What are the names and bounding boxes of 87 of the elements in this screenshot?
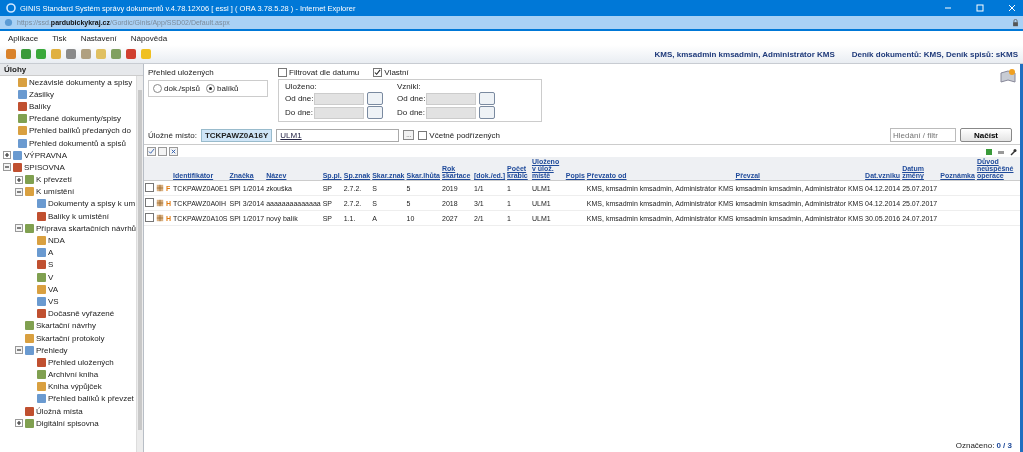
expander-icon[interactable] <box>15 224 23 233</box>
checkbox[interactable] <box>278 68 287 77</box>
tree-item[interactable]: Předané dokumenty/spisy <box>29 114 122 124</box>
row-checkbox[interactable] <box>145 213 154 222</box>
tree-item[interactable]: Digitální spisovna <box>36 418 99 428</box>
checkbox-label: Vlastní <box>384 68 409 77</box>
tree-item[interactable]: VA <box>48 284 59 294</box>
tree-item[interactable]: Přehledy <box>36 345 68 355</box>
tree-item[interactable]: SPISOVNA <box>24 162 65 172</box>
tree-item[interactable]: Kniha výpůjček <box>48 382 102 392</box>
checkbox[interactable] <box>418 130 428 140</box>
package-icon <box>156 184 164 192</box>
tree-item[interactable]: Balíky <box>29 101 51 111</box>
tree-item[interactable]: Balíky k umístění <box>48 211 109 221</box>
menu-item[interactable]: Tisk <box>52 33 67 43</box>
tree-item[interactable]: VS <box>48 296 59 306</box>
search-field[interactable]: Hledání / filtr <box>890 128 956 142</box>
tree-item[interactable]: A <box>48 248 54 258</box>
menu-item[interactable]: Aplikace <box>8 33 39 43</box>
checkbox-label: Včetně podřízených <box>429 130 501 140</box>
spinner-button[interactable] <box>479 106 495 119</box>
tree-item[interactable]: Dokumenty a spisy k um <box>48 199 136 209</box>
journal-info: Deník dokumentů: KMS, Deník spisů: sKMS <box>851 49 1018 59</box>
sidebar-header: Úlohy <box>0 64 143 76</box>
user-info: KMS, kmsadmin kmsadmin, Administrátor KMS <box>654 49 835 59</box>
spinner-button[interactable] <box>367 106 383 119</box>
selected-count: 0 / 3 <box>996 441 1012 450</box>
row-checkbox[interactable] <box>145 183 154 192</box>
expander-icon[interactable] <box>3 151 11 160</box>
field-label: Od dne: <box>285 94 311 103</box>
checkbox[interactable] <box>373 68 383 77</box>
expander-icon[interactable] <box>15 187 23 196</box>
expander-icon[interactable] <box>3 163 11 172</box>
field-label: Do dne: <box>397 108 423 117</box>
tree-item[interactable]: Skartační protokoly <box>36 333 105 343</box>
field-label: Do dne: <box>285 108 311 117</box>
tree-item[interactable]: Zásilky <box>29 89 54 99</box>
tree-item[interactable]: Dočasně vyřazené <box>48 309 115 319</box>
group-title: Uloženo: <box>285 82 318 91</box>
menu-item[interactable]: Nastavení <box>80 33 117 43</box>
tree-item[interactable]: K umístění <box>36 187 75 197</box>
section-title: Přehled uložených <box>148 68 215 77</box>
wrench-icon[interactable] <box>1009 147 1017 156</box>
tree-item[interactable]: Příprava skartačních návrhů <box>36 223 137 233</box>
page-scrollbar[interactable] <box>1020 64 1023 452</box>
tree-item[interactable]: S <box>48 260 54 270</box>
package-icon <box>156 214 164 222</box>
radio-label: balíků <box>217 84 239 93</box>
tree-item[interactable]: VÝPRAVNA <box>24 150 67 160</box>
spinner-button[interactable] <box>479 92 495 105</box>
tree-item[interactable]: Přehled balíků předaných do <box>29 126 131 136</box>
package-icon <box>156 199 164 207</box>
spinner-button[interactable] <box>367 92 383 105</box>
menu-item[interactable]: Nápověda <box>130 33 168 43</box>
tree-item[interactable]: Archivní kniha <box>48 370 99 380</box>
tree-item[interactable]: Přehled dokumentů a spisů <box>29 138 126 148</box>
uncheck-icon[interactable] <box>158 147 167 156</box>
radio-label: dok./spisů <box>164 84 201 93</box>
scrollbar[interactable] <box>136 76 143 452</box>
location-name-field[interactable]: ULM1 <box>276 128 400 142</box>
tree-item[interactable]: K převzetí <box>36 175 72 185</box>
tree-item[interactable]: V <box>48 272 54 282</box>
location-code-field[interactable]: TCKPAWZ0A16Y <box>200 128 273 142</box>
group-title: Vznikl: <box>397 82 422 91</box>
tree-item[interactable]: NDA <box>48 236 65 246</box>
invert-icon[interactable] <box>169 147 178 156</box>
expander-icon[interactable] <box>15 346 23 355</box>
radio-button[interactable] <box>206 84 216 93</box>
tree-item[interactable]: Přehled balíků k převzet <box>48 394 134 404</box>
maximize-icon[interactable] <box>975 3 985 13</box>
field-label: Od dne: <box>397 94 423 103</box>
tree-item[interactable]: Skartační návrhy <box>36 321 97 331</box>
tree-item[interactable]: Přehled uložených <box>48 357 114 367</box>
book-icon <box>1000 68 1016 84</box>
expander-icon[interactable] <box>15 175 23 184</box>
close-icon[interactable] <box>1007 3 1017 13</box>
tree-item[interactable]: Nezávislé dokumenty a spisy <box>29 77 133 87</box>
checkbox-label: Filtrovat dle datumu <box>289 68 360 77</box>
tree-item[interactable]: Úložná místa <box>36 406 83 416</box>
expander-icon[interactable] <box>15 419 23 428</box>
row-checkbox[interactable] <box>145 198 154 207</box>
lock-icon <box>1012 18 1019 27</box>
radio-button[interactable] <box>153 84 162 93</box>
field-label: Úložné místo: <box>148 130 197 140</box>
check-all-icon[interactable] <box>147 147 156 156</box>
status-label: Označeno: <box>955 441 995 450</box>
load-button[interactable]: Načíst <box>960 128 1012 142</box>
